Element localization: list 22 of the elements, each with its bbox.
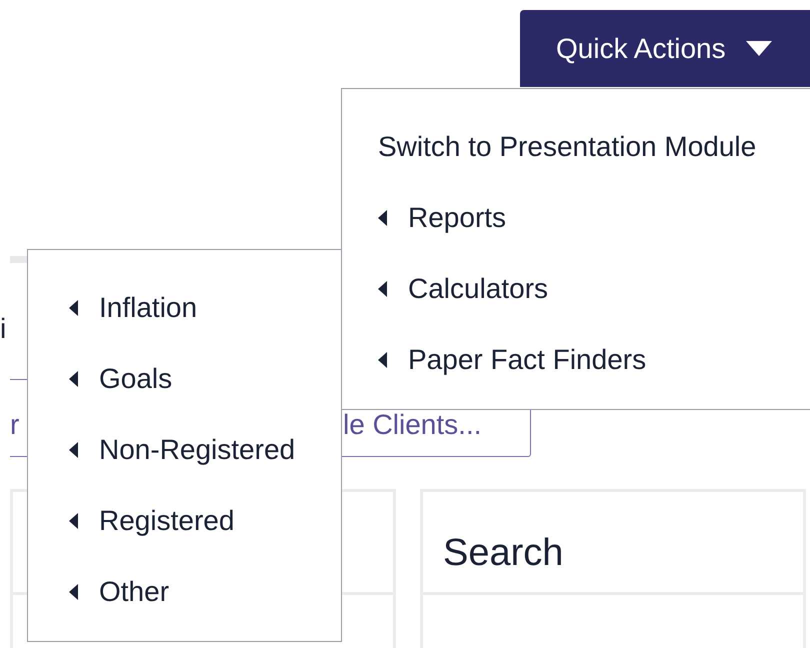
menu-item[interactable]: Registered: [69, 485, 341, 556]
menu-item[interactable]: Inflation: [69, 272, 341, 343]
menu-item[interactable]: Reports: [378, 182, 810, 253]
caret-left-icon: [69, 370, 78, 386]
caret-left-icon: [69, 442, 78, 458]
panel-title: Search: [442, 531, 564, 576]
caret-left-icon: [378, 210, 387, 226]
heading-text: i: [0, 313, 8, 345]
caret-left-icon: [69, 512, 78, 528]
menu-item[interactable]: Paper Fact Finders: [378, 324, 810, 395]
caret-icon: [746, 40, 772, 56]
menu-item[interactable]: Goals: [69, 343, 341, 414]
menu-item[interactable]: Other: [69, 556, 341, 627]
quick-actions-button[interactable]: Quick Actions: [520, 10, 810, 87]
menu-item[interactable]: Non-Registered: [69, 414, 341, 485]
menu-item[interactable]: Switch to Presentation Module: [378, 111, 810, 182]
caret-left-icon: [378, 280, 387, 296]
caret-left-icon: [69, 584, 78, 600]
caret-left-icon: [69, 300, 78, 316]
client-tab[interactable]: r: [10, 379, 27, 457]
menu-item[interactable]: Calculators: [378, 253, 810, 324]
caret-left-icon: [378, 352, 387, 368]
